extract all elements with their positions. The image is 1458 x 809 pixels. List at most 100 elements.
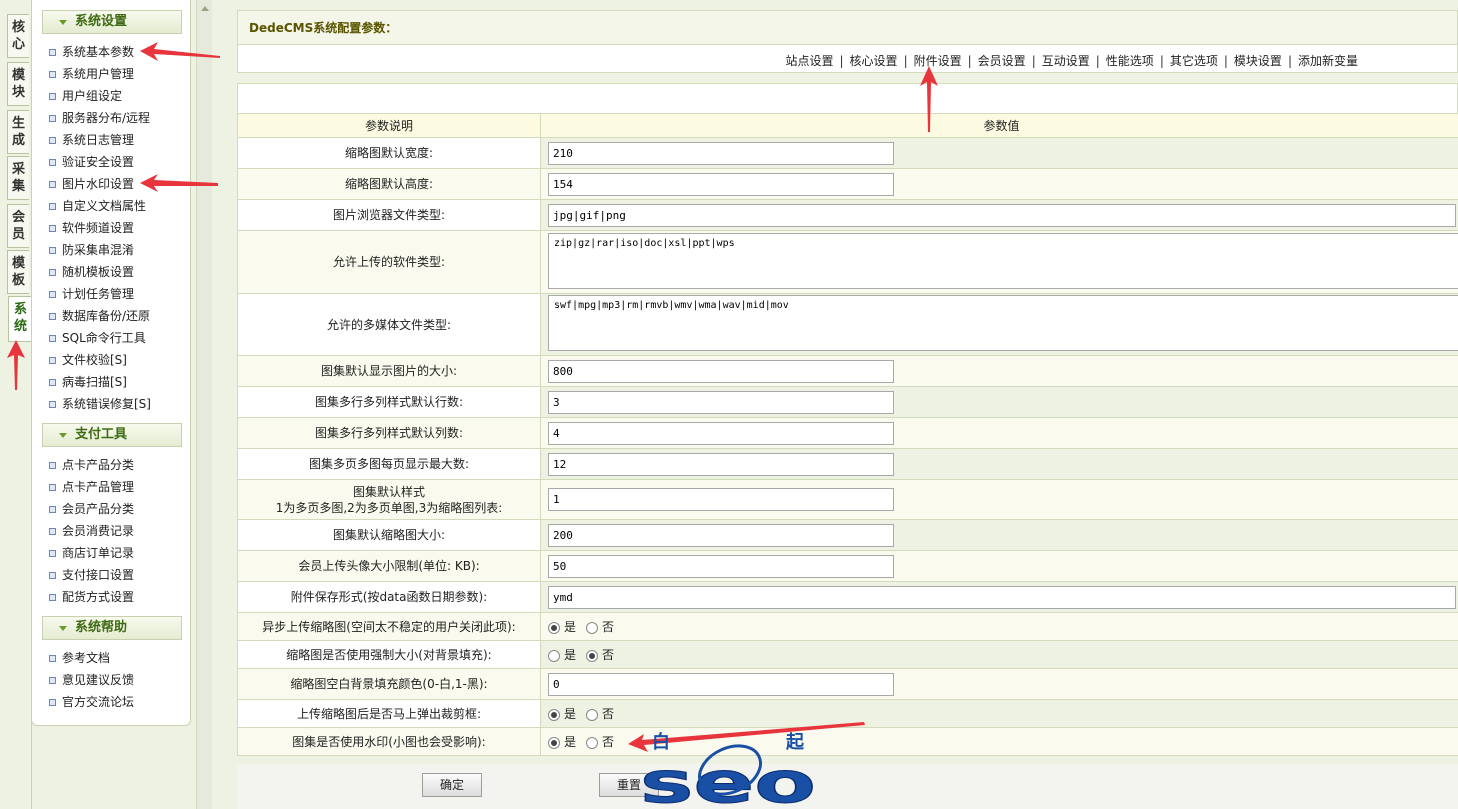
param-value-cell (540, 137, 1458, 169)
nav-separator: | (1287, 54, 1292, 68)
sidebar-scrollbar[interactable] (196, 0, 212, 809)
sidebar-item[interactable]: 会员产品分类 (48, 498, 134, 520)
vertical-tab-3[interactable]: 采集 (7, 156, 29, 200)
param-input[interactable] (548, 672, 894, 696)
param-label-text: 缩略图空白背景填充颜色(0-白,1-黑): (290, 677, 488, 691)
radio-button[interactable] (548, 649, 560, 662)
nav-link[interactable]: 核心设置 (850, 54, 898, 68)
param-textarea[interactable]: zip|gz|rar|iso|doc|xsl|ppt|wps (548, 232, 1458, 289)
param-label: 图集默认显示图片的大小: (237, 355, 541, 387)
param-label: 上传缩略图后是否马上弹出裁剪框: (237, 699, 541, 728)
param-input[interactable] (548, 172, 894, 196)
sidebar-item[interactable]: 支付接口设置 (48, 564, 134, 586)
nav-link[interactable]: 互动设置 (1042, 54, 1090, 68)
sidebar-item[interactable]: 图片水印设置 (48, 173, 151, 195)
radio-option-no[interactable]: 否 (586, 733, 614, 750)
scroll-up-icon[interactable] (201, 6, 209, 11)
param-label: 会员上传头像大小限制(单位: KB): (237, 550, 541, 582)
sidebar-item[interactable]: 文件校验[S] (48, 349, 151, 371)
sidebar-item[interactable]: 验证安全设置 (48, 151, 151, 173)
param-input[interactable] (548, 359, 894, 383)
param-input[interactable] (548, 523, 894, 547)
radio-button[interactable] (586, 621, 599, 634)
param-label-text: 缩略图默认宽度: (344, 146, 434, 160)
sidebar-item[interactable]: 服务器分布/远程 (48, 107, 151, 129)
param-input[interactable] (548, 141, 894, 165)
sidebar-item[interactable]: 病毒扫描[S] (48, 371, 151, 393)
sidebar-item[interactable]: 系统错误修复[S] (48, 393, 151, 415)
param-input[interactable] (548, 554, 894, 578)
radio-option-no[interactable]: 否 (586, 705, 614, 722)
radio-button[interactable] (548, 708, 560, 721)
reset-button[interactable]: 重置 (599, 773, 659, 797)
sidebar-section-header[interactable]: 系统帮助 (42, 616, 182, 640)
radio-option-yes[interactable]: 是 (548, 705, 576, 722)
radio-button[interactable] (586, 649, 599, 662)
param-value-cell: 是否 (540, 640, 1458, 669)
radio-option-yes[interactable]: 是 (548, 733, 576, 750)
sidebar-item[interactable]: SQL命令行工具 (48, 327, 151, 349)
param-input[interactable] (548, 421, 894, 445)
radio-option-yes[interactable]: 是 (548, 618, 576, 635)
sidebar-item[interactable]: 系统用户管理 (48, 63, 151, 85)
param-input[interactable] (548, 390, 894, 414)
param-value-cell (540, 448, 1458, 480)
sidebar-item[interactable]: 防采集串混淆 (48, 239, 151, 261)
param-label-text: 图集是否使用水印(小图也会受影响): (292, 734, 486, 749)
sidebar-item[interactable]: 用户组设定 (48, 85, 151, 107)
radio-button[interactable] (548, 621, 560, 634)
param-textarea[interactable]: swf|mpg|mp3|rm|rmvb|wmv|wma|wav|mid|mov (548, 295, 1458, 351)
param-label-text: 图集默认缩略图大小: (332, 528, 446, 542)
param-value-cell (540, 519, 1458, 551)
sidebar-menu: 系统设置系统基本参数 系统用户管理 用户组设定 服务器分布/远程 系统日志管理 验证安全设… (31, 0, 191, 726)
sidebar-item[interactable]: 软件频道设置 (48, 217, 151, 239)
radio-button[interactable] (548, 736, 560, 749)
param-value-cell (540, 199, 1458, 231)
vertical-tab-0[interactable]: 核心 (7, 14, 29, 58)
nav-link[interactable]: 性能选项 (1106, 54, 1154, 68)
param-input[interactable] (548, 585, 1456, 609)
sidebar-item[interactable]: 商店订单记录 (48, 542, 134, 564)
sidebar-item[interactable]: 配货方式设置 (48, 586, 134, 608)
sidebar-item[interactable]: 会员消费记录 (48, 520, 134, 542)
sidebar-item[interactable]: 意见建议反馈 (48, 669, 134, 691)
nav-link[interactable]: 其它选项 (1170, 54, 1218, 68)
param-input[interactable] (548, 488, 894, 511)
nav-link[interactable]: 添加新变量 (1298, 54, 1358, 68)
sidebar-item[interactable]: 计划任务管理 (48, 283, 151, 305)
nav-link[interactable]: 站点设置 (785, 54, 833, 68)
param-value-cell: zip|gz|rar|iso|doc|xsl|ppt|wps (540, 230, 1458, 294)
param-label-text: 图集默认显示图片的大小: (320, 364, 458, 378)
radio-option-no[interactable]: 否 (586, 646, 614, 663)
vertical-tab-5[interactable]: 模板 (7, 250, 29, 294)
sidebar-item[interactable]: 数据库备份/还原 (48, 305, 151, 327)
table-row: 允许的多媒体文件类型: swf|mpg|mp3|rm|rmvb|wmv|wma|w… (237, 293, 1458, 356)
nav-link[interactable]: 模块设置 (1234, 54, 1282, 68)
param-label: 图集默认缩略图大小: (237, 519, 541, 551)
sidebar-item[interactable]: 系统基本参数 (48, 41, 151, 63)
sidebar-item[interactable]: 自定义文档属性 (48, 195, 151, 217)
confirm-button[interactable]: 确定 (422, 773, 482, 797)
radio-button[interactable] (586, 708, 599, 721)
nav-link[interactable]: 会员设置 (978, 54, 1026, 68)
vertical-tab-4[interactable]: 会员 (7, 204, 29, 248)
sidebar-item[interactable]: 随机模板设置 (48, 261, 151, 283)
radio-option-no[interactable]: 否 (586, 618, 614, 635)
sidebar-item[interactable]: 点卡产品分类 (48, 454, 134, 476)
param-input[interactable] (548, 452, 894, 476)
radio-label: 是 (564, 620, 577, 634)
param-label: 缩略图空白背景填充颜色(0-白,1-黑): (237, 668, 541, 700)
radio-label: 否 (602, 620, 615, 634)
radio-option-yes[interactable]: 是 (548, 646, 576, 663)
sidebar-item[interactable]: 点卡产品管理 (48, 476, 134, 498)
sidebar-item[interactable]: 参考文档 (48, 647, 134, 669)
vertical-tab-6[interactable]: 系统 (8, 296, 32, 342)
sidebar-item[interactable]: 官方交流论坛 (48, 691, 134, 713)
vertical-tab-1[interactable]: 模块 (7, 62, 29, 106)
vertical-tab-2[interactable]: 生成 (7, 110, 29, 154)
param-input[interactable] (548, 203, 1456, 227)
radio-button[interactable] (586, 736, 599, 749)
sidebar-section-header[interactable]: 系统设置 (42, 10, 182, 34)
sidebar-item[interactable]: 系统日志管理 (48, 129, 151, 151)
sidebar-section-header[interactable]: 支付工具 (42, 423, 182, 447)
